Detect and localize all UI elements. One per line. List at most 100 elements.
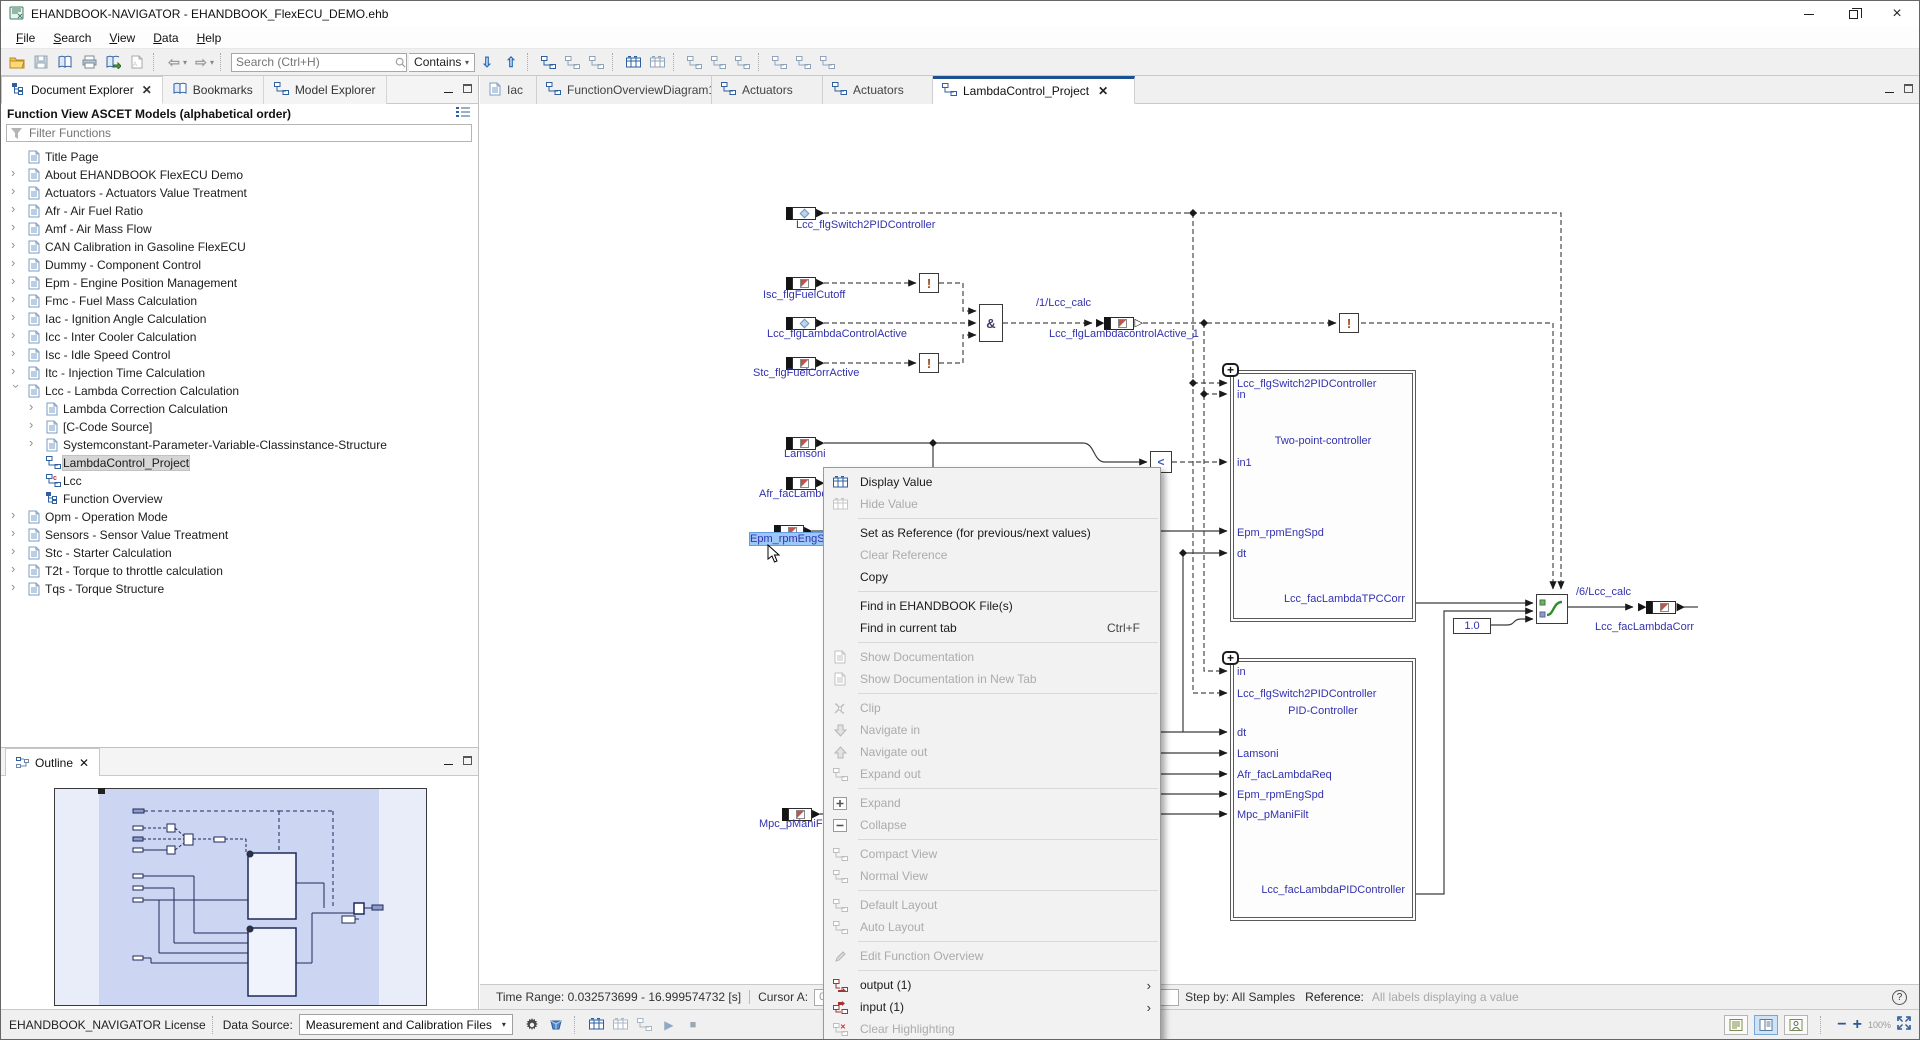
compact-view-icon[interactable] xyxy=(768,52,790,72)
menu-search[interactable]: Search xyxy=(44,29,100,47)
find-previous-icon[interactable]: ⇧ xyxy=(500,52,522,72)
forward-history-caret[interactable]: ▾ xyxy=(210,58,214,67)
tree-item[interactable]: LambdaControl_Project xyxy=(1,454,478,472)
navigate-forward-icon[interactable]: ⇨ xyxy=(190,52,212,72)
tree-item[interactable]: › Fmc - Fuel Mass Calculation xyxy=(1,292,478,310)
menu-item-find-in-ehandbook-file-s-[interactable]: Find in EHANDBOOK File(s) xyxy=(824,595,1160,617)
export-pdf-icon[interactable]: A xyxy=(126,52,148,72)
zoom-out-icon[interactable]: − xyxy=(1837,1016,1846,1034)
switch-operator[interactable] xyxy=(1536,594,1568,624)
expand-chevron-icon[interactable]: › xyxy=(11,546,21,556)
signal-label[interactable]: Lamsoni xyxy=(784,448,826,460)
close-tab-icon[interactable]: ✕ xyxy=(1098,84,1108,98)
minimize-button[interactable] xyxy=(1787,1,1831,27)
not-operator[interactable]: ! xyxy=(1339,313,1359,333)
signal-block[interactable]: ▶ ▶ xyxy=(1638,601,1685,614)
expand-chevron-icon[interactable]: › xyxy=(11,186,21,196)
export-book-icon[interactable] xyxy=(102,52,124,72)
tree-item[interactable]: › Epm - Engine Position Management xyxy=(1,274,478,292)
expand-chevron-icon[interactable]: › xyxy=(29,438,39,448)
expand-chevron-icon[interactable]: › xyxy=(11,168,21,178)
tree-item[interactable]: › Tqs - Torque Structure xyxy=(1,580,478,598)
outline-minimize-icon[interactable] xyxy=(444,754,453,768)
tree-item[interactable]: › Stc - Starter Calculation xyxy=(1,544,478,562)
tab-model-explorer[interactable]: Model Explorer xyxy=(264,76,387,104)
menu-file[interactable]: File xyxy=(7,29,44,47)
outline-thumbnail[interactable] xyxy=(54,788,427,1006)
view-presentation-button[interactable] xyxy=(1784,1015,1808,1035)
editor-minimize-icon[interactable] xyxy=(1885,82,1894,96)
menu-item-find-in-current-tab[interactable]: Find in current tab Ctrl+F xyxy=(824,617,1160,639)
navigate-out-of-model-icon[interactable] xyxy=(561,52,583,72)
two-point-controller-block[interactable]: Lcc_flgSwitch2PIDControllerinin1Epm_rpmE… xyxy=(1230,370,1416,622)
zoom-in-icon[interactable]: + xyxy=(1853,1016,1862,1034)
menu-item-input-1-[interactable]: input (1) › xyxy=(824,996,1160,1018)
tree-item[interactable]: › Systemconstant-Parameter-Variable-Clas… xyxy=(1,436,478,454)
panel-minimize-icon[interactable] xyxy=(444,82,453,96)
menu-item-display-value[interactable]: Display Value xyxy=(824,471,1160,493)
editor-maximize-icon[interactable] xyxy=(1904,82,1913,96)
tree-item[interactable]: › Itc - Injection Time Calculation xyxy=(1,364,478,382)
stop-icon[interactable]: ■ xyxy=(682,1015,704,1035)
tree-item[interactable]: Function Overview xyxy=(1,490,478,508)
tree-item[interactable]: › T2t - Torque to throttle calculation xyxy=(1,562,478,580)
tree-item[interactable]: › Dummy - Component Control xyxy=(1,256,478,274)
tree-item[interactable]: › Opm - Operation Mode xyxy=(1,508,478,526)
tree-item[interactable]: › [C-Code Source] xyxy=(1,418,478,436)
view-split-button[interactable] xyxy=(1754,1015,1778,1035)
navigate-back-icon[interactable]: ⇦ xyxy=(163,52,185,72)
play-icon[interactable]: ▶ xyxy=(658,1015,680,1035)
expand-chevron-icon[interactable]: › xyxy=(11,330,21,340)
close-button[interactable]: × xyxy=(1875,1,1919,27)
expand-chevron-icon[interactable]: › xyxy=(29,402,39,412)
contains-dropdown[interactable]: Contains▾ xyxy=(409,53,475,72)
menu-help[interactable]: Help xyxy=(188,29,231,47)
menu-item-copy[interactable]: Copy xyxy=(824,566,1160,588)
help-icon[interactable]: ? xyxy=(1892,990,1907,1005)
collapse-all-icon[interactable] xyxy=(731,52,753,72)
expand-all-icon[interactable] xyxy=(707,52,729,72)
tree-item[interactable]: › Afr - Air Fuel Ratio xyxy=(1,202,478,220)
data-source-orb-icon[interactable] xyxy=(545,1015,567,1035)
expand-out-icon[interactable] xyxy=(585,52,607,72)
hide-value-icon[interactable] xyxy=(646,52,668,72)
pid-controller-block[interactable]: inLcc_flgSwitch2PIDControllerdtLamsoniAf… xyxy=(1230,658,1416,921)
signal-label[interactable]: Mpc_pManiFilt xyxy=(759,818,831,830)
display-value-status-icon[interactable] xyxy=(586,1015,608,1035)
view-options-icon[interactable] xyxy=(456,106,470,121)
signal-label[interactable]: Lcc_flgLambdaControlActive xyxy=(767,328,907,340)
restore-button[interactable] xyxy=(1831,1,1875,27)
constant-block[interactable]: 1.0 xyxy=(1453,618,1491,634)
expand-chevron-icon[interactable]: › xyxy=(11,510,21,520)
tab-document-explorer[interactable]: Document Explorer ✕ xyxy=(1,76,163,104)
tree-item[interactable]: › About EHANDBOOK FlexECU Demo xyxy=(1,166,478,184)
panel-maximize-icon[interactable] xyxy=(463,82,472,96)
editor-tab-iac[interactable]: Iac xyxy=(480,76,537,104)
signal-label[interactable]: Lcc_flgLambdacontrolActive_1 xyxy=(1049,328,1199,340)
tree-item[interactable]: › Lcc - Lambda Correction Calculation xyxy=(1,382,478,400)
signal-label[interactable]: Lcc_flgSwitch2PIDController xyxy=(796,219,935,231)
expand-chevron-icon[interactable]: › xyxy=(11,240,21,250)
clip-signal-icon[interactable] xyxy=(683,52,705,72)
expand-block-icon[interactable]: + xyxy=(1222,651,1239,665)
settings-gear-icon[interactable] xyxy=(521,1015,543,1035)
expand-chevron-icon[interactable]: › xyxy=(11,366,21,376)
expand-chevron-icon[interactable]: › xyxy=(11,348,21,358)
print-icon[interactable] xyxy=(78,52,100,72)
tree-item[interactable]: Title Page xyxy=(1,148,478,166)
hide-value-status-icon[interactable] xyxy=(610,1015,632,1035)
tree-item[interactable]: › Actuators - Actuators Value Treatment xyxy=(1,184,478,202)
tab-bookmarks[interactable]: Bookmarks xyxy=(163,76,264,104)
search-input[interactable] xyxy=(232,55,395,69)
signal-label[interactable]: Stc_flgFuelCorrActive xyxy=(753,367,859,379)
signal-label[interactable]: Isc_flgFuelCutoff xyxy=(763,289,845,301)
expand-chevron-icon[interactable]: › xyxy=(11,258,21,268)
expand-chevron-icon[interactable]: › xyxy=(11,582,21,592)
outline-maximize-icon[interactable] xyxy=(463,754,472,768)
menu-item-output-1-[interactable]: output (1) › xyxy=(824,974,1160,996)
close-tab-icon[interactable]: ✕ xyxy=(142,83,152,97)
display-value-icon[interactable] xyxy=(622,52,644,72)
collapse-chevron-icon[interactable]: › xyxy=(11,384,21,394)
expand-chevron-icon[interactable]: › xyxy=(11,564,21,574)
expand-chevron-icon[interactable]: › xyxy=(11,276,21,286)
